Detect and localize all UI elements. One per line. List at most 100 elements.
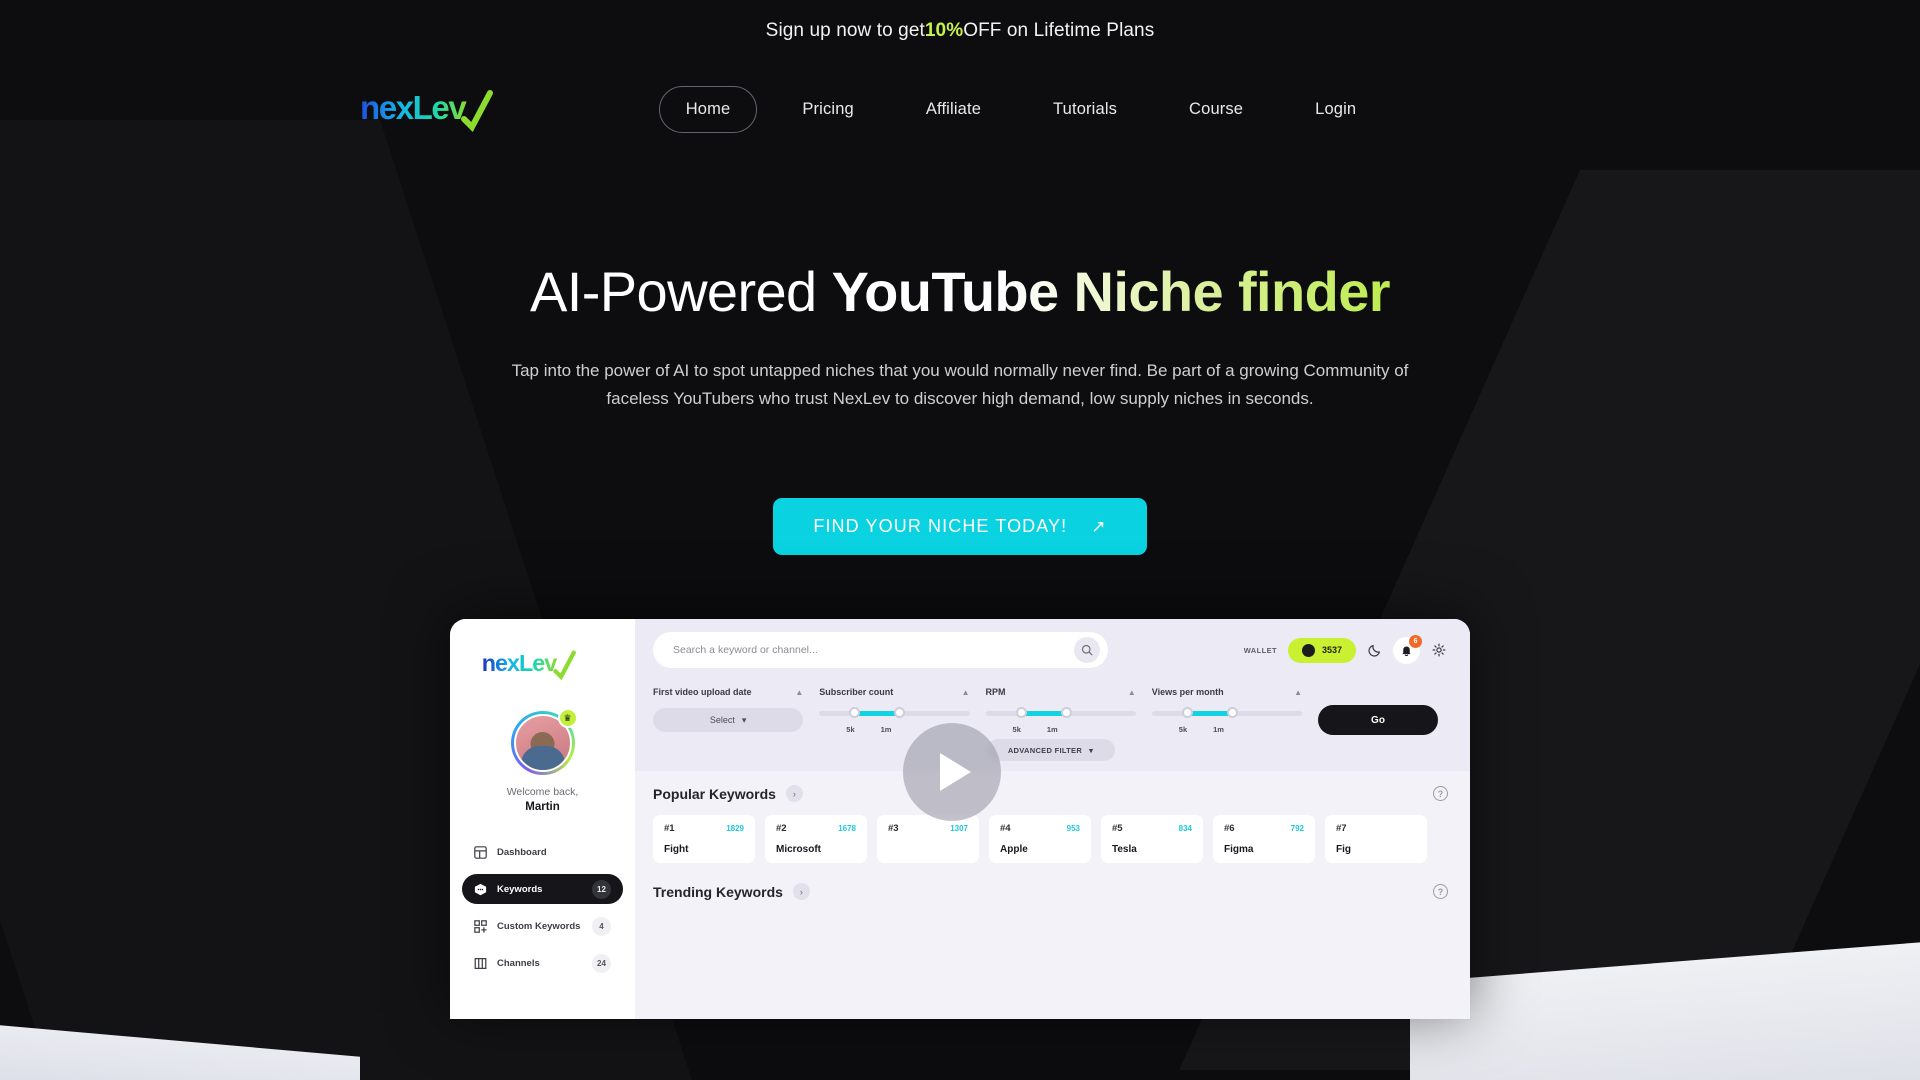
chevron-up-icon[interactable]: ▲: [1128, 688, 1136, 697]
wallet-amount: 3537: [1321, 645, 1342, 656]
video-play-button[interactable]: [903, 723, 1001, 822]
keyword-rank: #1: [664, 823, 675, 835]
slider-handle-min[interactable]: [849, 707, 861, 719]
sidebar-item-dashboard[interactable]: Dashboard: [462, 837, 623, 867]
sidebar-item-channels[interactable]: Channels 24: [462, 948, 623, 978]
crown-icon: ♛: [557, 708, 578, 729]
keyword-card[interactable]: #4 953 Apple: [989, 815, 1091, 864]
dashboard-navigation: Dashboard Keywords 12 Custom Keywords 4 …: [450, 837, 635, 978]
avatar[interactable]: ♛: [510, 708, 578, 776]
main-navigation: Home Pricing Affiliate Tutorials Course …: [482, 85, 1560, 133]
slider-min-label: 5k: [1178, 725, 1188, 735]
keyword-card[interactable]: #5 834 Tesla: [1101, 815, 1203, 864]
help-icon[interactable]: ?: [1433, 884, 1448, 900]
keyword-score: 834: [1178, 824, 1192, 834]
find-your-niche-button[interactable]: FIND YOUR NICHE TODAY! ↗: [773, 498, 1147, 556]
nexlev-logo[interactable]: nexLev: [360, 85, 502, 133]
hero-subtitle: Tap into the power of AI to spot untappe…: [511, 361, 1409, 408]
promo-highlight: 10%: [924, 20, 964, 41]
keyword-rank: #4: [1000, 823, 1011, 835]
chevron-up-icon[interactable]: ▲: [962, 688, 970, 697]
notifications-button[interactable]: 6: [1393, 634, 1422, 664]
filter-label: Views per month: [1151, 687, 1224, 698]
keyword-name: Apple: [1000, 844, 1028, 856]
chevron-right-icon[interactable]: ›: [785, 785, 803, 803]
keyword-card[interactable]: #1 1829 Fight: [653, 815, 755, 864]
dashboard-main: Search a keyword or channel... WALLET 35…: [635, 619, 1470, 1020]
filter-first-video-upload-date: First video upload date ▲ Select ▾: [653, 687, 804, 733]
keyword-rank: #3: [888, 823, 899, 835]
dashboard-nexlev-logo[interactable]: nexLev: [478, 647, 586, 681]
slider-min-label: 5k: [846, 725, 855, 735]
keyword-card[interactable]: #2 1678 Microsoft: [765, 815, 867, 864]
rpm-slider[interactable]: [985, 707, 1136, 719]
slider-handle-max[interactable]: [1226, 707, 1238, 719]
slider-handle-min[interactable]: [1181, 707, 1193, 719]
upload-date-select[interactable]: Select ▾: [653, 708, 804, 733]
sidebar-item-custom-keywords[interactable]: Custom Keywords 4: [462, 911, 623, 941]
views-per-month-slider[interactable]: [1151, 707, 1302, 719]
dashboard-preview[interactable]: nexLev ♛ Welcome back, Martin Dashboard …: [450, 619, 1470, 1020]
go-button-container: Go: [1318, 687, 1448, 736]
chevron-up-icon[interactable]: ▲: [1294, 688, 1302, 697]
hero-title-bold: YouTube Niche finder: [831, 260, 1391, 323]
chevron-up-icon[interactable]: ▲: [795, 688, 803, 697]
keyword-card[interactable]: #6 792 Figma: [1213, 815, 1315, 864]
sidebar-item-label: Keywords: [497, 883, 543, 895]
advanced-filter-button[interactable]: ADVANCED FILTER ▾: [986, 739, 1115, 762]
keyword-score: 953: [1066, 824, 1080, 834]
filter-header: Views per month ▲: [1152, 687, 1302, 697]
keyword-name: Fight: [664, 844, 689, 856]
go-button[interactable]: Go: [1318, 705, 1438, 736]
keyword-rank: #7: [1336, 823, 1347, 835]
filter-header: First video upload date ▲: [653, 687, 803, 697]
slider-max-label: 1m: [1213, 725, 1224, 735]
search-input[interactable]: Search a keyword or channel...: [653, 632, 1108, 669]
sidebar-badge: 24: [592, 953, 611, 973]
nav-item-tutorials[interactable]: Tutorials: [1026, 86, 1144, 133]
keyword-name: Tesla: [1112, 844, 1137, 856]
keyword-card[interactable]: #3 1307: [877, 815, 979, 864]
dark-mode-toggle[interactable]: [1367, 643, 1382, 658]
help-icon[interactable]: ?: [1433, 786, 1448, 802]
nav-item-login[interactable]: Login: [1288, 86, 1383, 133]
keyword-card[interactable]: #7 Fig: [1325, 815, 1427, 864]
filter-label: RPM: [985, 687, 1006, 698]
chevron-right-icon[interactable]: ›: [792, 883, 810, 901]
filter-label: First video upload date: [653, 687, 752, 698]
keyword-name: Fig: [1336, 844, 1351, 856]
wallet-balance[interactable]: 3537: [1287, 637, 1356, 663]
nav-item-affiliate[interactable]: Affiliate: [899, 86, 1008, 133]
slider-labels: 5k 1m: [1152, 725, 1302, 734]
advanced-filter-label: ADVANCED FILTER: [1007, 745, 1083, 755]
filter-bar: First video upload date ▲ Select ▾ Subsc…: [635, 681, 1470, 771]
search-icon[interactable]: [1074, 637, 1100, 664]
wallet-label: WALLET: [1243, 645, 1277, 655]
page-title: AI-Powered YouTube Niche finder: [0, 262, 1920, 321]
slider-handle-min[interactable]: [1015, 707, 1027, 719]
card-top: #3 1307: [888, 823, 968, 834]
keyword-score: 1307: [950, 824, 968, 834]
nav-item-pricing[interactable]: Pricing: [775, 86, 881, 133]
filter-label: Subscriber count: [819, 687, 894, 698]
keyword-name: Microsoft: [776, 844, 821, 856]
slider-handle-max[interactable]: [894, 707, 906, 719]
gear-icon[interactable]: [1431, 643, 1446, 658]
keyword-score: 1678: [838, 824, 856, 834]
sidebar-badge: 4: [592, 916, 611, 936]
channels-icon: [474, 957, 487, 969]
hero-section: AI-Powered YouTube Niche finder Tap into…: [0, 156, 1920, 556]
slider-handle-max[interactable]: [1060, 707, 1072, 719]
keyword-rank: #2: [776, 823, 787, 835]
nav-item-home[interactable]: Home: [658, 85, 758, 133]
card-top: #6 792: [1224, 823, 1304, 834]
nav-item-course[interactable]: Course: [1162, 86, 1270, 133]
svg-text:nexLev: nexLev: [360, 89, 467, 126]
sidebar-item-keywords[interactable]: Keywords 12: [462, 874, 623, 905]
sidebar-item-label: Custom Keywords: [497, 920, 581, 932]
coin-icon: [1301, 643, 1315, 657]
sidebar-badge: 12: [592, 879, 611, 899]
dashboard-content: Popular Keywords › ? #1 1829 Fight #2 16…: [635, 723, 1470, 1020]
subscriber-count-slider[interactable]: [819, 707, 970, 719]
sidebar-item-label: Dashboard: [497, 846, 547, 858]
